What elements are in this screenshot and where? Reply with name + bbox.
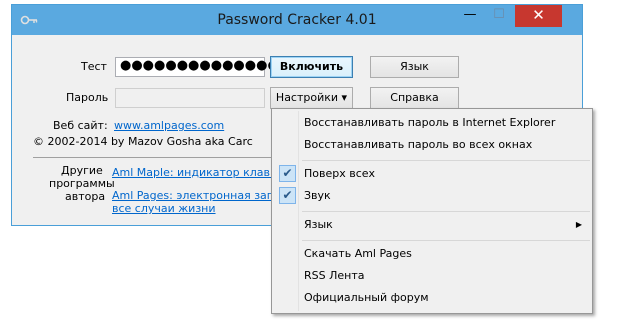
enable-button[interactable]: Включить	[270, 56, 353, 78]
website-link[interactable]: www.amlpages.com	[114, 119, 224, 132]
menu-item-label: Восстанавливать пароль во всех окнах	[304, 138, 533, 151]
other-programs-label-1: Другие	[61, 164, 103, 177]
maximize-button[interactable]: ☐	[485, 5, 513, 27]
menu-item-download-aml-pages[interactable]: Скачать Aml Pages	[274, 243, 590, 265]
menu-item-rss-feed[interactable]: RSS Лента	[274, 265, 590, 287]
menu-item-language[interactable]: Язык ▶	[274, 214, 590, 236]
other-programs-label-2: программы	[49, 177, 115, 190]
menu-item-restore-ie[interactable]: Восстанавливать пароль в Internet Explor…	[274, 112, 590, 134]
menu-item-label: Поверх всех	[304, 167, 376, 180]
menu-item-label: Восстанавливать пароль в Internet Explor…	[304, 116, 556, 129]
settings-button[interactable]: Настройки ▾	[270, 87, 353, 109]
menu-item-label: Скачать Aml Pages	[304, 247, 412, 260]
menu-separator	[302, 211, 590, 212]
language-button[interactable]: Язык	[370, 56, 459, 78]
menu-separator	[302, 240, 590, 241]
menu-separator	[302, 160, 590, 161]
title-bar[interactable]: Password Cracker 4.01 — ☐ ✕	[12, 5, 582, 35]
menu-item-sound[interactable]: ✔ Звук	[274, 185, 590, 207]
website-label: Веб сайт:	[53, 119, 108, 132]
submenu-arrow-icon: ▶	[575, 220, 582, 229]
divider	[33, 157, 273, 158]
menu-item-label: Официальный форум	[304, 291, 429, 304]
minimize-button[interactable]: —	[456, 5, 484, 27]
password-test-field[interactable]: ●●●●●●●●●●●●●●●●	[115, 57, 302, 77]
menu-item-label: Язык	[304, 218, 333, 231]
checkmark-icon: ✔	[279, 165, 296, 182]
help-button[interactable]: Справка	[370, 87, 459, 109]
close-button[interactable]: ✕	[515, 5, 562, 27]
menu-item-always-on-top[interactable]: ✔ Поверх всех	[274, 163, 590, 185]
menu-item-official-forum[interactable]: Официальный форум	[274, 287, 590, 309]
checkmark-icon: ✔	[279, 187, 296, 204]
password-field[interactable]	[115, 88, 265, 108]
menu-item-restore-all-windows[interactable]: Восстанавливать пароль во всех окнах	[274, 134, 590, 156]
test-label: Тест	[81, 60, 107, 73]
menu-item-label: Звук	[304, 189, 331, 202]
settings-menu: Восстанавливать пароль в Internet Explor…	[271, 108, 593, 314]
copyright-text: © 2002-2014 by Mazov Gosha aka Carc	[33, 135, 253, 148]
menu-item-label: RSS Лента	[304, 269, 365, 282]
other-programs-label-3: автора	[65, 190, 106, 203]
program-link-pages-line2[interactable]: все случаи жизни	[112, 202, 216, 215]
password-label: Пароль	[66, 91, 109, 104]
